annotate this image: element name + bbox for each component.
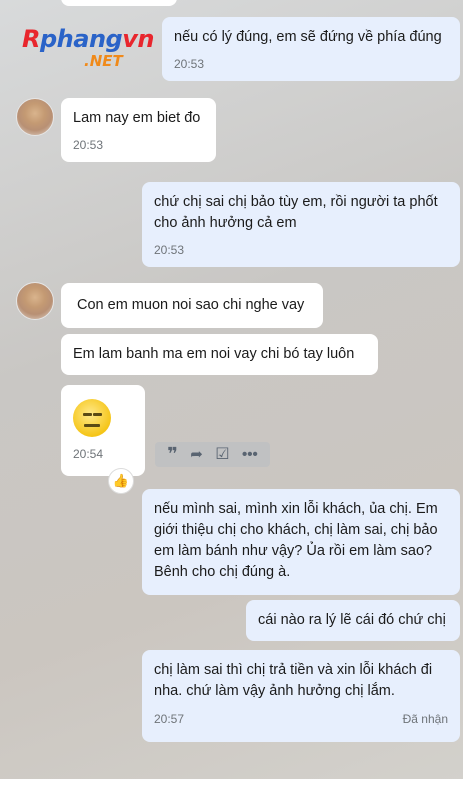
message-text: chị làm sai thì chị trả tiền và xin lỗi … — [154, 662, 433, 699]
incoming-emoji-message[interactable]: 20:54 — [61, 385, 145, 476]
watermark-logo: Rphangvn .NET — [22, 25, 162, 73]
like-icon: 👍 — [112, 473, 130, 488]
neutral-face-emoji — [73, 399, 111, 437]
message-text: nếu có lý đúng, em sẽ đứng về phía đúng — [174, 29, 442, 45]
message-time: 20:53 — [174, 57, 205, 71]
message-footer: 20:57 Đã nhận — [154, 712, 448, 726]
incoming-message[interactable]: Lam nay em biet đo 20:53 — [61, 98, 216, 162]
task-icon[interactable]: ☑ — [215, 447, 229, 463]
message-time: 20:54 — [73, 447, 104, 461]
message-time: 20:57 — [154, 712, 185, 726]
outgoing-message[interactable]: cái nào ra lý lẽ cái đó chứ chị — [246, 600, 460, 641]
like-button[interactable]: 👍 — [108, 468, 134, 494]
message-text: cái nào ra lý lẽ cái đó chứ chị — [258, 612, 446, 628]
clipped-message — [61, 0, 177, 6]
watermark-sub: .NET — [84, 52, 123, 70]
message-time: 20:53 — [154, 243, 185, 257]
message-action-toolbar: ❞ ➦ ☑ ••• — [155, 442, 270, 467]
delivery-status: Đã nhận — [402, 712, 448, 726]
outgoing-message[interactable]: nếu mình sai, mình xin lỗi khách, ủa chị… — [142, 489, 460, 595]
more-icon[interactable]: ••• — [242, 447, 258, 462]
outgoing-message[interactable]: chứ chị sai chị bảo tùy em, rồi người ta… — [142, 182, 460, 267]
message-text: Em lam banh ma em noi vay chi bó tay luô… — [73, 346, 355, 362]
incoming-message[interactable]: Con em muon noi sao chi nghe vay — [61, 283, 323, 328]
incoming-message[interactable]: Em lam banh ma em noi vay chi bó tay luô… — [61, 334, 378, 375]
message-time: 20:53 — [73, 138, 104, 152]
message-text: chứ chị sai chị bảo tùy em, rồi người ta… — [154, 194, 438, 231]
message-text: Con em muon noi sao chi nghe vay — [77, 297, 305, 313]
quote-icon[interactable]: ❞ — [167, 445, 178, 463]
avatar[interactable] — [16, 282, 54, 320]
message-text: Lam nay em biet đo — [73, 110, 201, 126]
watermark-main: Rphangvn — [22, 25, 154, 53]
message-text: nếu mình sai, mình xin lỗi khách, ủa chị… — [154, 501, 438, 580]
share-icon[interactable]: ➦ — [190, 447, 203, 462]
bottom-bar — [0, 779, 463, 786]
outgoing-message[interactable]: nếu có lý đúng, em sẽ đứng về phía đúng … — [162, 17, 460, 81]
outgoing-message[interactable]: chị làm sai thì chị trả tiền và xin lỗi … — [142, 650, 460, 742]
avatar[interactable] — [16, 98, 54, 136]
